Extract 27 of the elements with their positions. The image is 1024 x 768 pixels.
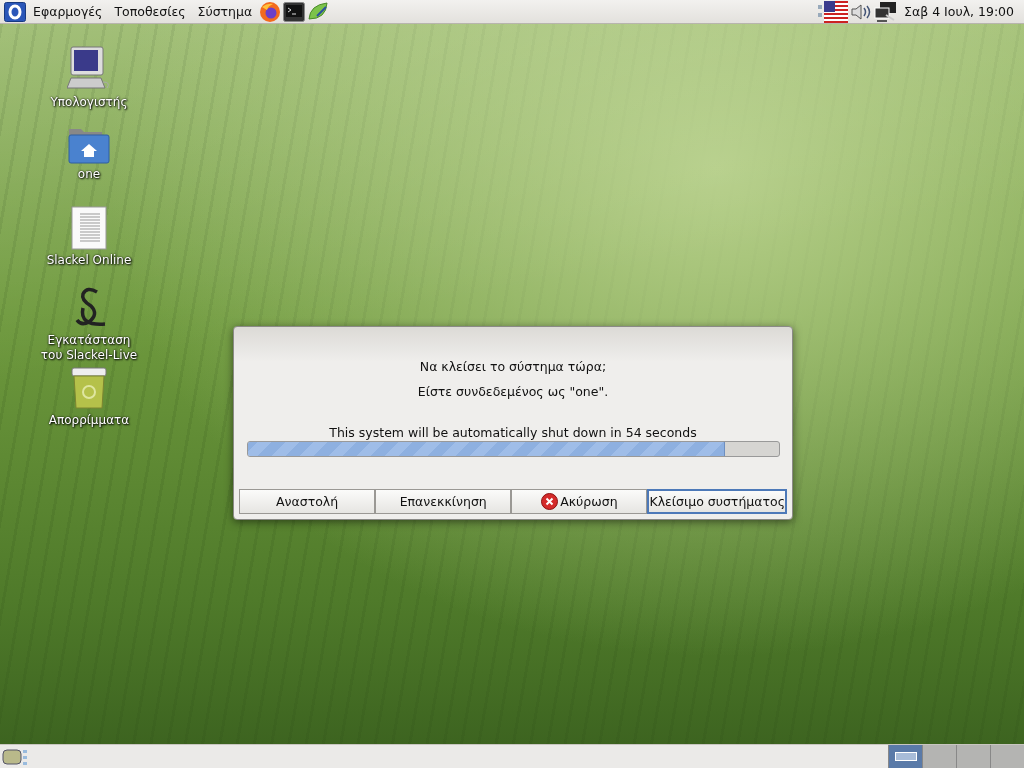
menu-item[interactable]: Εφαρμογές: [28, 2, 108, 21]
document-icon: [71, 206, 107, 250]
icon-label[interactable]: Απορρίμματα: [39, 413, 139, 428]
home-folder-icon: [68, 126, 110, 164]
dialog-button[interactable]: Επανεκκίνηση: [375, 489, 512, 514]
logged-in-text: Είστε συνδεδεμένος ως "one".: [417, 384, 609, 399]
dialog-button[interactable]: Κλείσιμο συστήματος: [647, 489, 787, 514]
show-desktop-icon[interactable]: [2, 747, 22, 766]
computer-icon: [67, 46, 111, 92]
countdown-text: This system will be automatically shut down in 54 seconds: [329, 425, 697, 440]
text-editor-icon[interactable]: [307, 0, 330, 23]
cancel-icon: [541, 493, 559, 510]
menu-item[interactable]: Σύστημα: [192, 2, 258, 21]
clock[interactable]: Σαβ 4 Ιουλ, 19:00: [900, 4, 1020, 19]
distribution-logo-icon[interactable]: [4, 1, 26, 22]
network-icon[interactable]: [874, 0, 899, 23]
menu-item[interactable]: Τοποθεσίες: [109, 2, 191, 21]
us-flag-icon[interactable]: [824, 0, 849, 23]
dialog-question: Να κλείσει το σύστημα τώρα;: [419, 359, 607, 374]
dialog-button[interactable]: Ακύρωση: [511, 489, 648, 514]
terminal-icon[interactable]: [283, 1, 306, 22]
workspace-button[interactable]: [888, 744, 922, 768]
handle-icon[interactable]: [22, 747, 28, 766]
dialog-button[interactable]: Αναστολή: [239, 489, 376, 514]
browser-icon[interactable]: [259, 0, 282, 23]
trash-icon: [71, 366, 107, 410]
speaker-icon[interactable]: [850, 1, 873, 22]
